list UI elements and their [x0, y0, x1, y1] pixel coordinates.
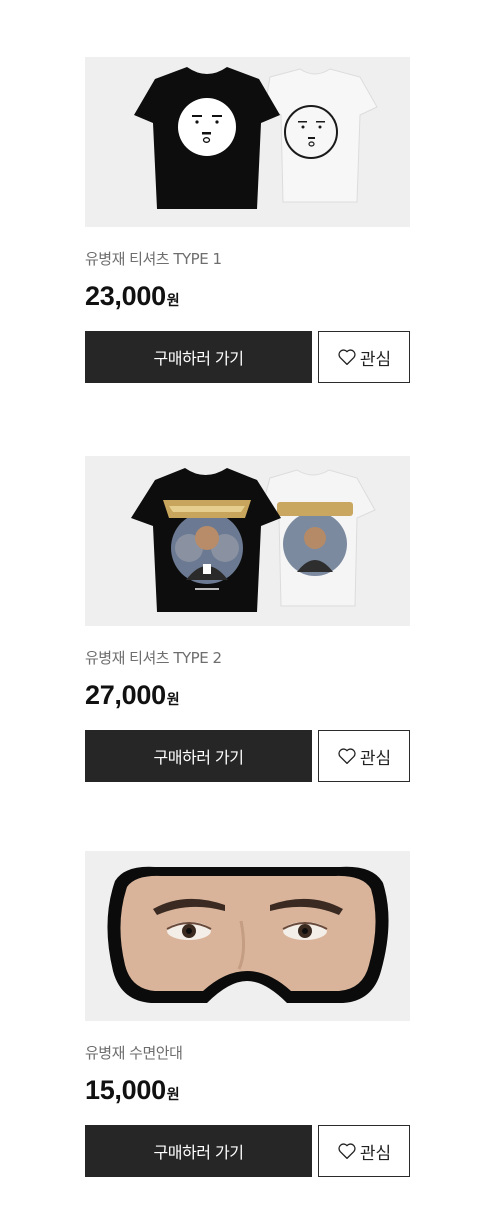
wishlist-button[interactable]: 관심	[318, 730, 410, 782]
wishlist-label: 관심	[359, 1143, 392, 1164]
heart-outline-icon	[338, 1143, 356, 1160]
heart-outline-icon	[338, 748, 356, 765]
product-image-sleep-mask[interactable]	[85, 851, 410, 1021]
buy-button[interactable]: 구매하러 가기	[85, 1125, 312, 1177]
product-actions: 구매하러 가기 관심	[85, 331, 410, 383]
product-price: 23,000 원	[85, 279, 410, 313]
product-card-1: 유병재 티셔츠 TYPE 1 23,000 원 구매하러 가기 관심	[85, 57, 410, 383]
tshirt-type2-illustration	[131, 468, 376, 612]
wishlist-button[interactable]: 관심	[318, 1125, 410, 1177]
product-card-3: 유병재 수면안대 15,000 원 구매하러 가기 관심	[85, 851, 410, 1177]
product-name[interactable]: 유병재 티셔츠 TYPE 2	[85, 648, 410, 668]
price-value: 27,000	[85, 680, 166, 710]
price-currency: 원	[166, 293, 180, 309]
wishlist-label: 관심	[359, 748, 392, 769]
product-card-2: 유병재 티셔츠 TYPE 2 27,000 원 구매하러 가기 관심	[85, 456, 410, 782]
price-value: 15,000	[85, 1075, 166, 1105]
tshirt-type1-illustration	[134, 67, 378, 209]
price-value: 23,000	[85, 281, 166, 311]
wishlist-label: 관심	[359, 349, 392, 370]
product-image-tshirt-type1[interactable]	[85, 57, 410, 227]
product-actions: 구매하러 가기 관심	[85, 730, 410, 782]
product-name[interactable]: 유병재 수면안대	[85, 1043, 410, 1063]
buy-button[interactable]: 구매하러 가기	[85, 730, 312, 782]
price-currency: 원	[166, 1087, 180, 1103]
buy-button[interactable]: 구매하러 가기	[85, 331, 312, 383]
wishlist-button[interactable]: 관심	[318, 331, 410, 383]
product-name[interactable]: 유병재 티셔츠 TYPE 1	[85, 249, 410, 269]
product-actions: 구매하러 가기 관심	[85, 1125, 410, 1177]
product-price: 27,000 원	[85, 678, 410, 712]
price-currency: 원	[166, 692, 180, 708]
product-image-tshirt-type2[interactable]	[85, 456, 410, 626]
heart-outline-icon	[338, 349, 356, 366]
product-price: 15,000 원	[85, 1073, 410, 1107]
sleep-mask-illustration	[107, 866, 389, 1003]
